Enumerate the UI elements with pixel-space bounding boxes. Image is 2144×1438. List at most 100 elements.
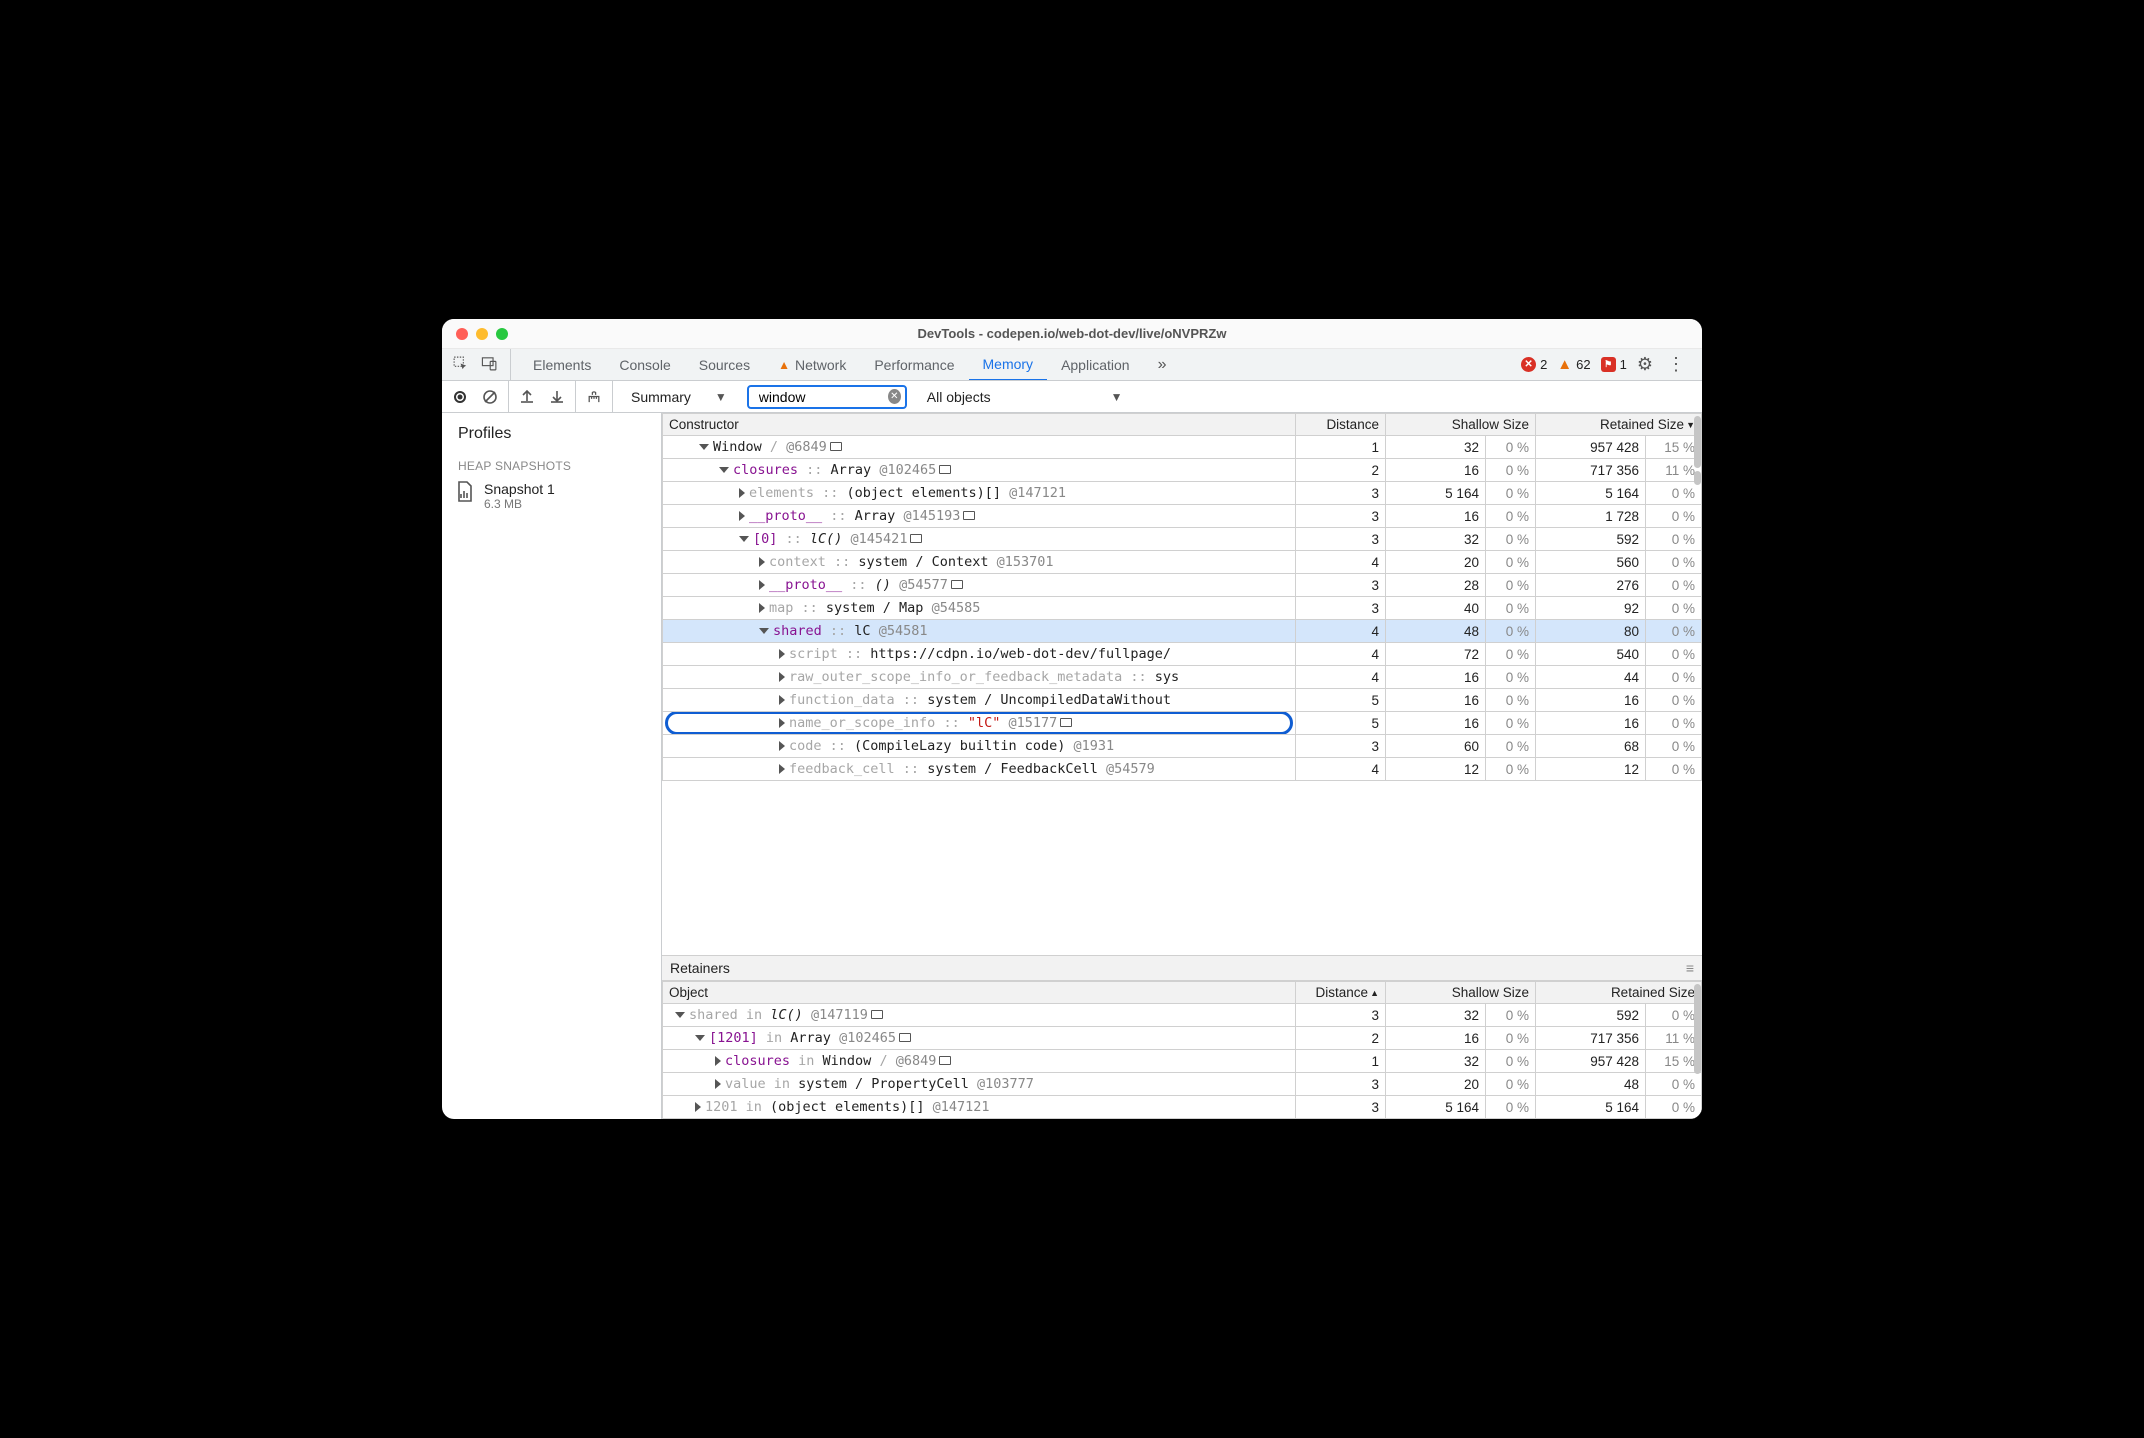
chevron-down-icon[interactable]	[759, 628, 769, 634]
object-link-icon[interactable]	[963, 511, 975, 520]
more-tabs-button[interactable]: »	[1152, 356, 1173, 374]
panel-tabbar: ElementsConsoleSources▲NetworkPerformanc…	[442, 349, 1702, 381]
kebab-menu-icon[interactable]: ⋮	[1663, 354, 1688, 375]
gc-icon[interactable]	[586, 389, 602, 405]
heap-snapshots-label: HEAP SNAPSHOTS	[442, 449, 661, 477]
issues-counter[interactable]: ⚑1	[1601, 357, 1627, 372]
objects-filter-select[interactable]: All objects▼	[921, 389, 1129, 405]
load-icon[interactable]	[519, 389, 535, 405]
table-row[interactable]: closures in Window / @68491320 %957 4281…	[663, 1050, 1702, 1073]
table-row[interactable]: value in system / PropertyCell @10377732…	[663, 1073, 1702, 1096]
chevron-right-icon[interactable]	[715, 1056, 721, 1066]
table-row[interactable]: raw_outer_scope_info_or_feedback_metadat…	[663, 666, 1702, 689]
warning-icon: ▲	[778, 358, 790, 372]
tab-application[interactable]: Application	[1047, 349, 1144, 380]
error-counter[interactable]: ✕2	[1521, 357, 1547, 372]
chevron-down-icon[interactable]	[719, 467, 729, 473]
object-link-icon[interactable]	[871, 1010, 883, 1019]
tab-performance[interactable]: Performance	[860, 349, 968, 380]
window-controls	[456, 328, 508, 340]
chevron-right-icon[interactable]	[779, 741, 785, 751]
chevron-right-icon[interactable]	[695, 1102, 701, 1112]
class-filter-input[interactable]: ✕	[747, 385, 907, 409]
retainers-table[interactable]: Object Distance▲ Shallow Size Retained S…	[662, 981, 1702, 1119]
object-link-icon[interactable]	[830, 442, 842, 451]
chevron-right-icon[interactable]	[739, 511, 745, 521]
table-row[interactable]: __proto__ :: () @545773280 %2760 %	[663, 574, 1702, 597]
table-row[interactable]: name_or_scope_info :: "lC" @151775160 %1…	[663, 712, 1702, 735]
table-row[interactable]: [0] :: lC() @1454213320 %5920 %	[663, 528, 1702, 551]
chevron-down-icon[interactable]	[695, 1035, 705, 1041]
chevron-down-icon[interactable]	[739, 536, 749, 542]
object-link-icon[interactable]	[899, 1033, 911, 1042]
col-constructor[interactable]: Constructor	[663, 414, 1296, 436]
table-row[interactable]: __proto__ :: Array @1451933160 %1 7280 %	[663, 505, 1702, 528]
scrollbar-lower[interactable]	[1693, 981, 1702, 1119]
table-row[interactable]: 1201 in (object elements)[] @14712135 16…	[663, 1096, 1702, 1119]
chevron-right-icon[interactable]	[759, 557, 765, 567]
col-distance2[interactable]: Distance▲	[1295, 982, 1385, 1004]
chevron-right-icon[interactable]	[779, 649, 785, 659]
warning-counter[interactable]: ▲62	[1557, 356, 1590, 373]
clear-filter-icon[interactable]: ✕	[888, 389, 901, 404]
device-toggle-icon[interactable]	[481, 355, 498, 375]
object-link-icon[interactable]	[951, 580, 963, 589]
tab-memory[interactable]: Memory	[969, 349, 1048, 380]
clear-icon[interactable]	[482, 389, 498, 405]
chevron-right-icon[interactable]	[779, 695, 785, 705]
snapshot-item[interactable]: Snapshot 1 6.3 MB	[442, 477, 661, 515]
chevron-down-icon[interactable]	[699, 444, 709, 450]
table-row[interactable]: Window / @68491320 %957 42815 %	[663, 436, 1702, 459]
inspect-icon[interactable]	[452, 355, 469, 375]
tab-sources[interactable]: Sources	[685, 349, 764, 380]
col-object[interactable]: Object	[663, 982, 1296, 1004]
table-row[interactable]: code :: (CompileLazy builtin code) @1931…	[663, 735, 1702, 758]
col-retained[interactable]: Retained Size▼	[1535, 414, 1701, 436]
profiles-title: Profiles	[442, 413, 661, 449]
snapshot-file-icon	[456, 481, 474, 506]
col-distance[interactable]: Distance	[1295, 414, 1385, 436]
table-row[interactable]: closures :: Array @1024652160 %717 35611…	[663, 459, 1702, 482]
col-shallow[interactable]: Shallow Size	[1385, 414, 1535, 436]
table-row[interactable]: feedback_cell :: system / FeedbackCell @…	[663, 758, 1702, 781]
table-row[interactable]: shared in lC() @1471193320 %5920 %	[663, 1004, 1702, 1027]
tab-console[interactable]: Console	[605, 349, 684, 380]
table-row[interactable]: elements :: (object elements)[] @1471213…	[663, 482, 1702, 505]
tab-network[interactable]: ▲Network	[764, 349, 860, 380]
chevron-right-icon[interactable]	[715, 1079, 721, 1089]
chevron-right-icon[interactable]	[739, 488, 745, 498]
table-row[interactable]: function_data :: system / UncompiledData…	[663, 689, 1702, 712]
chevron-down-icon[interactable]	[675, 1012, 685, 1018]
tab-elements[interactable]: Elements	[519, 349, 605, 380]
object-link-icon[interactable]	[939, 1056, 951, 1065]
constructor-table[interactable]: Constructor Distance Shallow Size Retain…	[662, 413, 1702, 781]
settings-icon[interactable]: ⚙	[1637, 354, 1653, 375]
table-row[interactable]: shared :: lC @545814480 %800 %	[663, 620, 1702, 643]
chevron-right-icon[interactable]	[759, 580, 765, 590]
record-icon[interactable]	[452, 389, 468, 405]
chevron-right-icon[interactable]	[779, 718, 785, 728]
table-row[interactable]: map :: system / Map @545853400 %920 %	[663, 597, 1702, 620]
table-row[interactable]: script :: https://cdpn.io/web-dot-dev/fu…	[663, 643, 1702, 666]
close-icon[interactable]	[456, 328, 468, 340]
window-title: DevTools - codepen.io/web-dot-dev/live/o…	[442, 326, 1702, 341]
object-link-icon[interactable]	[910, 534, 922, 543]
memory-toolbar: Summary▼ ✕ All objects▼	[442, 381, 1702, 413]
object-link-icon[interactable]	[939, 465, 951, 474]
filter-textbox[interactable]	[757, 388, 882, 406]
object-link-icon[interactable]	[1060, 718, 1072, 727]
chevron-right-icon[interactable]	[779, 764, 785, 774]
retainers-menu-icon[interactable]: ≡	[1686, 960, 1694, 976]
col-retained2[interactable]: Retained Size	[1536, 982, 1702, 1004]
zoom-icon[interactable]	[496, 328, 508, 340]
view-mode-select[interactable]: Summary▼	[625, 389, 733, 405]
titlebar: DevTools - codepen.io/web-dot-dev/live/o…	[442, 319, 1702, 349]
col-shallow2[interactable]: Shallow Size	[1385, 982, 1535, 1004]
save-icon[interactable]	[549, 389, 565, 405]
chevron-right-icon[interactable]	[759, 603, 765, 613]
scrollbar[interactable]	[1693, 413, 1702, 955]
table-row[interactable]: [1201] in Array @1024652160 %717 35611 %	[663, 1027, 1702, 1050]
table-row[interactable]: context :: system / Context @1537014200 …	[663, 551, 1702, 574]
minimize-icon[interactable]	[476, 328, 488, 340]
chevron-right-icon[interactable]	[779, 672, 785, 682]
